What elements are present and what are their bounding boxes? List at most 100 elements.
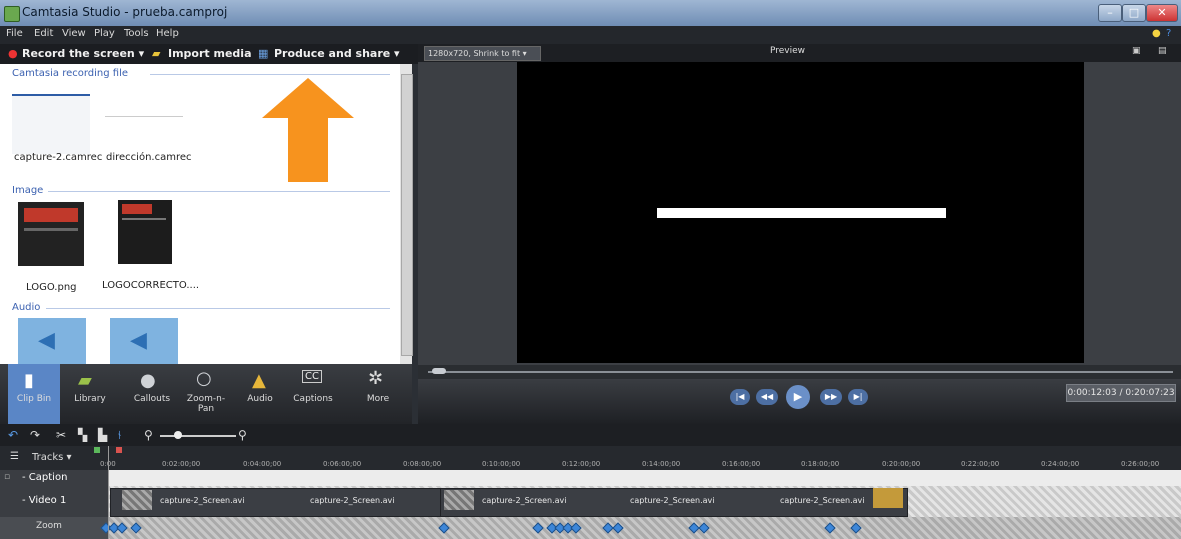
section-divider xyxy=(48,191,390,192)
menu-view[interactable]: View xyxy=(62,28,86,39)
recording-section-title: Camtasia recording file xyxy=(12,68,129,79)
tab-callouts[interactable]: ● Callouts xyxy=(126,364,178,424)
zoom-track-label: Zoom xyxy=(36,521,62,531)
menu-help[interactable]: Help xyxy=(156,28,179,39)
zoom-out-icon[interactable]: ⚲ xyxy=(144,428,153,442)
recording-name[interactable]: capture-2.camrec xyxy=(14,152,102,163)
main-toolbar: ● Record the screen ▾ ▰ Import media ▦ P… xyxy=(0,44,418,64)
import-folder-icon: ▰ xyxy=(152,47,161,60)
clip-bin-icon: ▮ xyxy=(24,370,34,391)
zoom-slider[interactable] xyxy=(160,435,236,437)
undo-icon[interactable]: ↶ xyxy=(8,428,18,442)
split-icon[interactable]: ⫮ xyxy=(118,428,121,443)
image-thumbnail-logocorrecto[interactable] xyxy=(118,200,172,264)
play-icon[interactable]: ▶ xyxy=(786,385,810,409)
timeline-toolbar: ↶ ↷ ✂ ▚ ▙ ⫮ ⚲ ⚲ xyxy=(0,424,1181,446)
image-name[interactable]: LOGOCORRECTO.... xyxy=(102,280,199,291)
fit-view-icon[interactable]: ▣ xyxy=(1132,46,1141,56)
cut-icon[interactable]: ✂ xyxy=(56,428,66,442)
captions-icon: CC xyxy=(302,370,322,383)
playhead[interactable] xyxy=(108,446,109,539)
zoom-track[interactable] xyxy=(0,517,1181,539)
zoom-track-header[interactable]: Zoom xyxy=(0,517,108,539)
section-divider xyxy=(150,74,390,75)
close-button[interactable]: ✕ xyxy=(1146,4,1178,22)
caption-track[interactable] xyxy=(0,470,1181,486)
clip-thumbnail xyxy=(444,490,474,510)
ruler-tick: 0:20:00;00 xyxy=(882,460,921,468)
resolution-dropdown[interactable]: 1280x720, Shrink to fit ▾ xyxy=(424,46,541,61)
image-name[interactable]: LOGO.png xyxy=(26,282,77,293)
clip-bin-scrollbar[interactable] xyxy=(400,64,413,364)
more-icon: ✲ xyxy=(368,368,384,389)
help-icon[interactable]: ? xyxy=(1166,28,1171,39)
clip-label: capture-2_Screen.avi xyxy=(310,496,395,505)
zoom-slider-handle[interactable] xyxy=(174,431,182,439)
copy-icon[interactable]: ▚ xyxy=(78,428,87,442)
out-marker[interactable] xyxy=(116,447,122,453)
zoom-in-icon[interactable]: ⚲ xyxy=(238,428,247,442)
ruler-tick: 0:12:00;00 xyxy=(562,460,601,468)
tool-tabs: ▮ Clip Bin ▰ Library ● Callouts ○ Zoom-n… xyxy=(0,364,412,424)
record-icon: ● xyxy=(8,47,18,60)
video-track-label: - Video 1 xyxy=(22,495,67,506)
produce-icon: ▦ xyxy=(258,47,269,60)
menu-file[interactable]: File xyxy=(6,28,23,39)
import-media-button[interactable]: Import media xyxy=(168,47,252,60)
next-clip-icon[interactable]: ▶| xyxy=(848,389,868,405)
tab-library[interactable]: ▰ Library xyxy=(64,364,116,424)
menu-tools[interactable]: Tools xyxy=(124,28,149,39)
tab-audio[interactable]: ▲ Audio xyxy=(234,364,286,424)
video-track-header[interactable]: - Video 1 xyxy=(0,486,108,517)
detach-preview-icon[interactable]: ▤ xyxy=(1158,46,1167,56)
ruler-tick: 0:04:00;00 xyxy=(243,460,282,468)
in-marker[interactable] xyxy=(94,447,100,453)
maximize-button[interactable]: □ xyxy=(1122,4,1146,22)
seek-track[interactable] xyxy=(428,371,1173,373)
previous-clip-icon[interactable]: |◀ xyxy=(730,389,750,405)
redo-icon[interactable]: ↷ xyxy=(30,428,40,442)
menu-edit[interactable]: Edit xyxy=(34,28,53,39)
fast-forward-icon[interactable]: ▶▶ xyxy=(820,389,842,405)
tab-more[interactable]: ✲ More xyxy=(352,364,404,424)
window-title: Camtasia Studio - prueba.camproj xyxy=(22,5,228,19)
recording-thumbnail[interactable] xyxy=(12,94,90,154)
rewind-icon[interactable]: ◀◀ xyxy=(756,389,778,405)
caption-track-header[interactable]: ▫ - Caption xyxy=(0,470,108,486)
tracks-icon: ☰ xyxy=(10,451,19,462)
audio-icon: ▲ xyxy=(252,370,266,391)
clip-label: capture-2_Screen.avi xyxy=(780,496,865,505)
caption-track-icon: ▫ xyxy=(4,472,11,482)
recording-name[interactable]: dirección.camrec xyxy=(106,152,192,163)
image-thumbnail-logo[interactable] xyxy=(18,202,84,266)
preview-search-bar xyxy=(657,208,946,218)
menu-bar: File Edit View Play Tools Help ● ? xyxy=(0,26,1181,44)
tab-captions[interactable]: CC Captions xyxy=(286,364,340,424)
minimize-button[interactable]: – xyxy=(1098,4,1122,22)
lightbulb-icon[interactable]: ● xyxy=(1152,28,1161,39)
audio-thumbnail[interactable]: ◀ xyxy=(110,318,178,364)
menu-play[interactable]: Play xyxy=(94,28,115,39)
audio-thumbnail[interactable]: ◀ xyxy=(18,318,86,364)
paste-icon[interactable]: ▙ xyxy=(98,428,107,442)
tracks-dropdown[interactable]: Tracks ▾ xyxy=(32,452,72,463)
produce-share-button[interactable]: Produce and share ▾ xyxy=(274,47,400,60)
ruler-tick: 0:14:00;00 xyxy=(642,460,681,468)
callouts-icon: ● xyxy=(140,370,156,391)
audio-section-title: Audio xyxy=(12,302,41,313)
title-bar: Camtasia Studio - prueba.camproj – □ ✕ xyxy=(0,0,1181,26)
tab-zoom-n-pan[interactable]: ○ Zoom-n- Pan xyxy=(180,364,232,424)
clip-label: capture-2_Screen.avi xyxy=(160,496,245,505)
up-arrow-annotation xyxy=(262,78,354,182)
caption-track-label: - Caption xyxy=(22,472,68,483)
speaker-icon: ◀ xyxy=(130,328,147,353)
scrollbar-thumb[interactable] xyxy=(401,74,413,356)
record-screen-button[interactable]: Record the screen ▾ xyxy=(22,47,144,60)
tab-clip-bin[interactable]: ▮ Clip Bin xyxy=(8,364,60,424)
recording-thumbnail[interactable] xyxy=(105,116,183,117)
ruler-tick: 0:08:00;00 xyxy=(403,460,442,468)
image-section-title: Image xyxy=(12,185,44,196)
ruler-tick: 0:16:00;00 xyxy=(722,460,761,468)
seek-handle[interactable] xyxy=(432,368,446,374)
section-divider xyxy=(46,308,390,309)
